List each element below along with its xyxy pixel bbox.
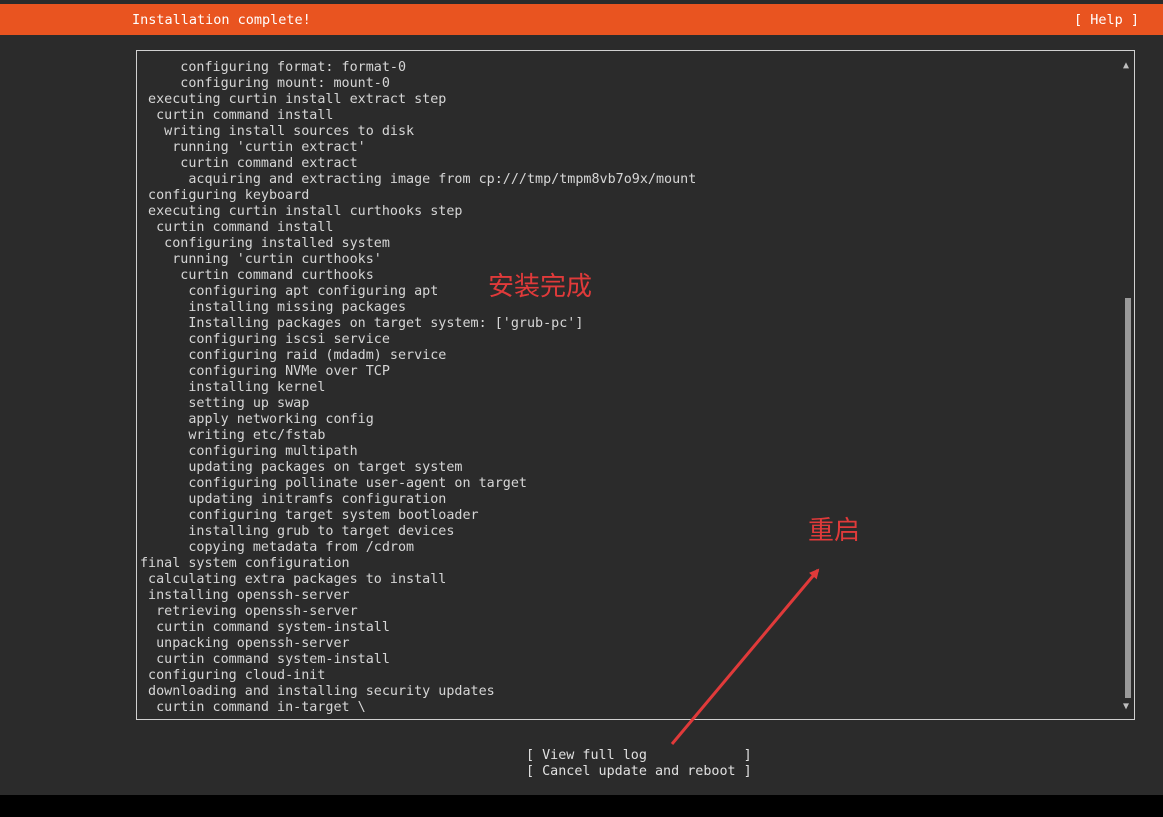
annotation-arrow-icon (670, 568, 820, 745)
installer-screen: Installation complete! [ Help ] configur… (0, 0, 1163, 795)
